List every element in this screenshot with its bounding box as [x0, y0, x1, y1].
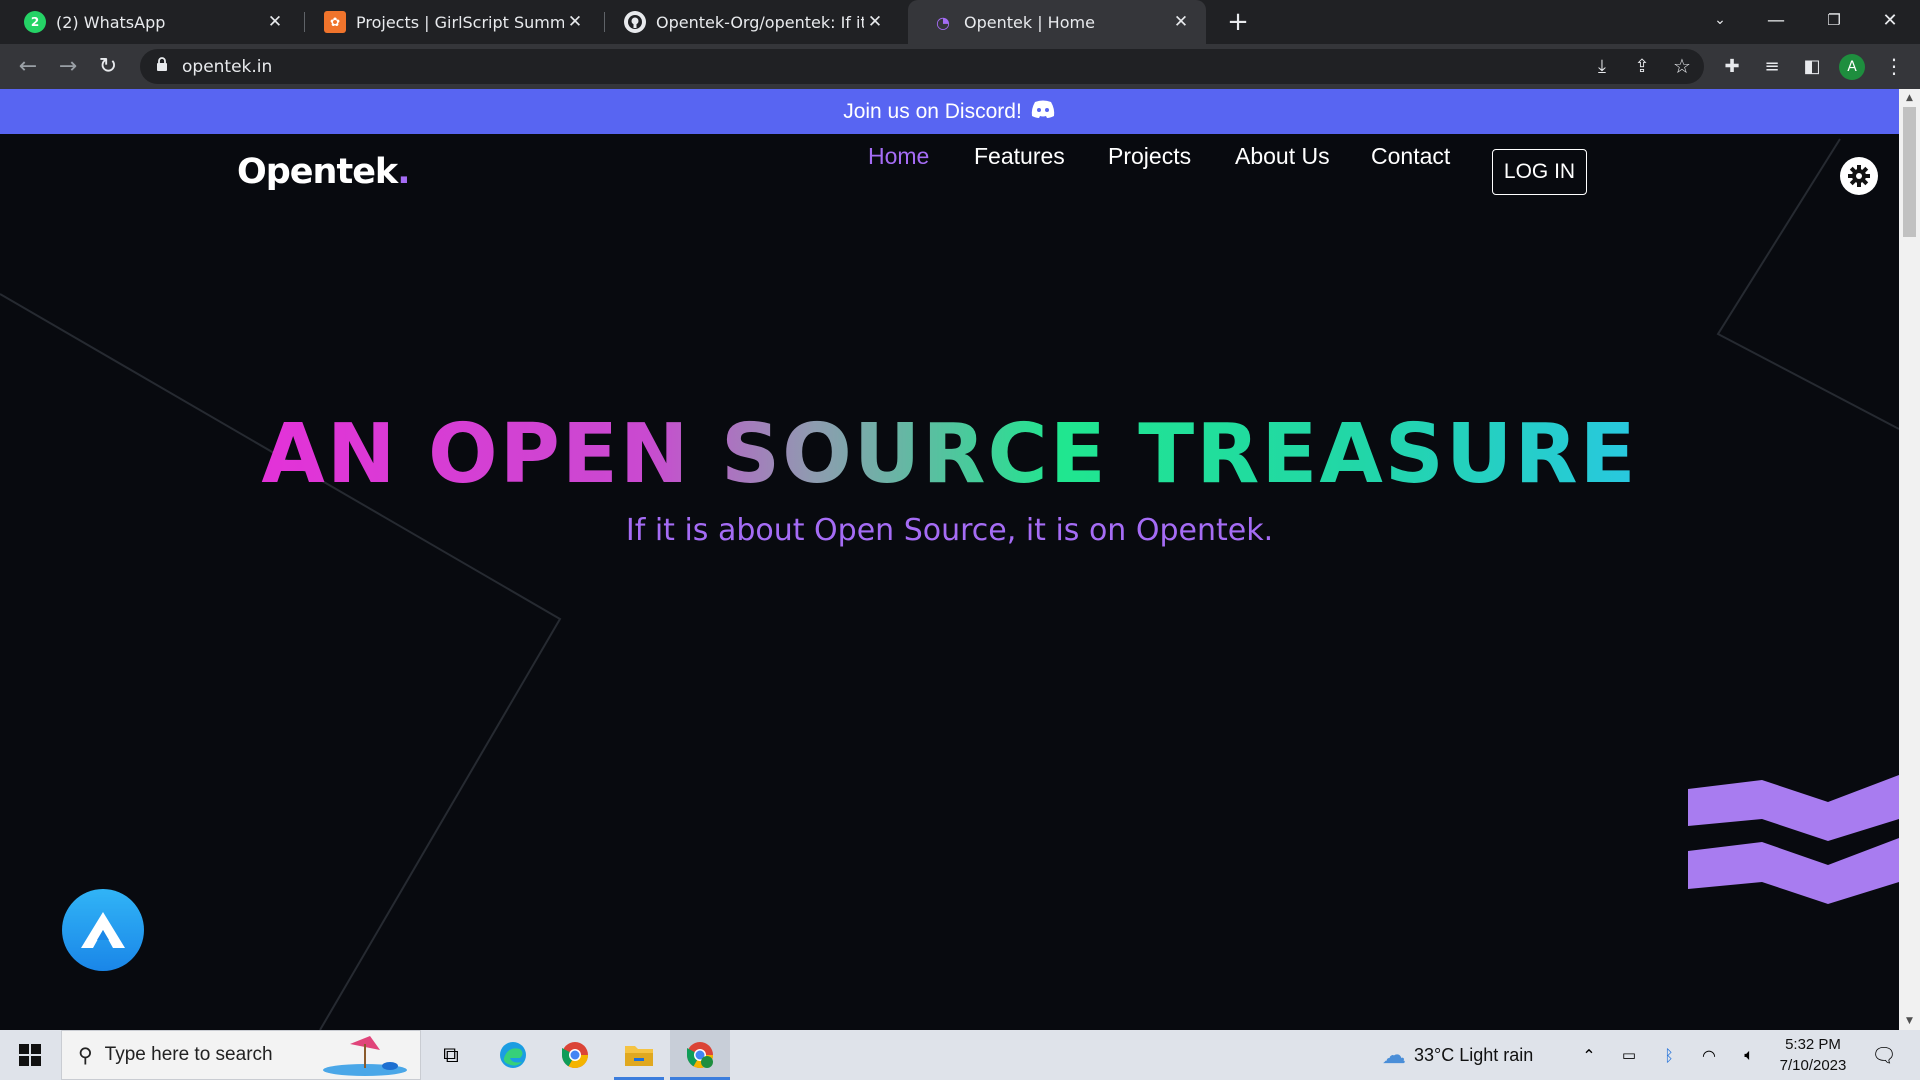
lock-icon [156, 57, 168, 76]
hero-title: AN OPEN SOURCE TREASURE [0, 407, 1899, 502]
whatsapp-icon: 2 [24, 11, 46, 33]
a-logo-icon [81, 912, 125, 948]
restore-button[interactable]: ❐ [1806, 0, 1862, 40]
discord-banner[interactable]: Join us on Discord! [0, 89, 1899, 134]
logo-dot: . [397, 152, 410, 192]
nav-contact[interactable]: Contact [1371, 143, 1450, 170]
taskbar-search[interactable]: ⚲ Type here to search [61, 1030, 421, 1080]
chrome-icon[interactable] [552, 1030, 598, 1080]
tab-title: Projects | GirlScript Summer of Code [356, 12, 564, 32]
nav-projects[interactable]: Projects [1108, 143, 1191, 170]
weather-text: 33°C Light rain [1414, 1044, 1534, 1065]
media-control-icon[interactable]: ≡ [1756, 50, 1788, 82]
search-highlight-icon [320, 1030, 410, 1080]
banner-text: Join us on Discord! [843, 99, 1022, 123]
tab-title: Opentek-Org/opentek: If it is about Open… [656, 12, 864, 32]
windows-taskbar: ⚲ Type here to search ⧉ ☁ 33°C Light rai… [0, 1030, 1920, 1080]
close-icon[interactable]: ✕ [564, 12, 586, 32]
address-bar[interactable]: opentek.in [140, 49, 1704, 84]
battery-icon[interactable]: ▭ [1616, 1030, 1642, 1080]
search-placeholder: Type here to search [104, 1044, 273, 1065]
extensions-icon[interactable]: ✚ [1716, 50, 1748, 82]
menu-dots-icon[interactable]: ⋮ [1878, 50, 1910, 82]
site-logo[interactable]: Opentek. [237, 152, 411, 192]
nav-features[interactable]: Features [974, 143, 1065, 170]
show-hidden-icons[interactable]: ⌃ [1576, 1030, 1602, 1080]
profile-avatar[interactable]: A [1839, 54, 1865, 80]
nav-about-us[interactable]: About Us [1235, 143, 1330, 170]
tab-opentek-home[interactable]: ◔ Opentek | Home ✕ [908, 0, 1206, 44]
close-icon[interactable]: ✕ [864, 12, 886, 32]
clock-date: 7/10/2023 [1779, 1057, 1847, 1074]
close-icon[interactable]: ✕ [1170, 12, 1192, 32]
browser-toolbar: ← → ↻ opentek.in ⤓ ⇪ ☆ ✚ ≡ ◧ A ⋮ [0, 44, 1920, 89]
logo-text: Opentek [237, 152, 398, 192]
settings-button[interactable] [1840, 157, 1878, 195]
task-view-icon[interactable]: ⧉ [428, 1030, 474, 1080]
scrollbar-thumb[interactable] [1903, 107, 1916, 237]
clock[interactable]: 5:32 PM 7/10/2023 [1770, 1030, 1856, 1080]
search-icon: ⚲ [78, 1043, 93, 1067]
discord-icon [1030, 99, 1056, 125]
chrome-profile-icon[interactable] [670, 1030, 730, 1080]
notifications-icon[interactable]: 🗨︎ [1864, 1030, 1904, 1080]
weather-widget[interactable]: ☁ 33°C Light rain [1382, 1030, 1562, 1080]
close-window-button[interactable]: ✕ [1862, 0, 1918, 40]
windows-logo-icon [19, 1044, 41, 1066]
page-viewport: Join us on Discord! Opentek. Home Featur… [0, 89, 1899, 1030]
new-tab-button[interactable]: + [1222, 6, 1254, 38]
tab-github[interactable]: Opentek-Org/opentek: If it is about Open… [600, 0, 900, 44]
tab-girlscript[interactable]: ✿ Projects | GirlScript Summer of Code ✕ [300, 0, 600, 44]
clock-time: 5:32 PM [1785, 1036, 1841, 1053]
scroll-down-icon[interactable]: ▼ [1899, 1016, 1920, 1026]
file-explorer-icon[interactable] [614, 1030, 664, 1080]
volume-icon[interactable]: 🔈︎ [1736, 1030, 1762, 1080]
girlscript-icon: ✿ [324, 11, 346, 33]
install-app-icon[interactable]: ⤓ [1586, 50, 1618, 82]
tab-title: Opentek | Home [964, 12, 1095, 32]
gear-icon [1848, 165, 1870, 187]
github-icon [624, 11, 646, 33]
nav-home[interactable]: Home [868, 143, 929, 170]
bookmark-star-icon[interactable]: ☆ [1666, 50, 1698, 82]
wifi-icon[interactable]: ◠ [1696, 1030, 1722, 1080]
scroll-up-icon[interactable]: ▲ [1899, 93, 1920, 103]
minimize-button[interactable]: — [1748, 0, 1804, 40]
bluetooth-icon[interactable]: ᛒ [1656, 1030, 1682, 1080]
url-text: opentek.in [182, 56, 273, 77]
back-button[interactable]: ← [12, 50, 44, 82]
rain-cloud-icon: ☁ [1382, 1041, 1406, 1069]
opentek-icon: ◔ [936, 12, 950, 32]
tab-strip: 2 (2) WhatsApp ✕ ✿ Projects | GirlScript… [0, 0, 1920, 44]
edge-icon[interactable] [490, 1030, 536, 1080]
page-scrollbar[interactable]: ▲ ▼ [1899, 89, 1920, 1030]
hero-subtitle: If it is about Open Source, it is on Ope… [625, 513, 1274, 548]
login-button[interactable]: LOG IN [1492, 149, 1587, 195]
app-launcher-button[interactable] [62, 889, 144, 971]
decorative-lines [0, 138, 1899, 1030]
tab-title: (2) WhatsApp [56, 12, 166, 32]
share-icon[interactable]: ⇪ [1626, 50, 1658, 82]
hero-title-text: AN OPEN SOURCE TREASURE [261, 407, 1638, 502]
side-panel-icon[interactable]: ◧ [1796, 50, 1828, 82]
start-button[interactable] [0, 1030, 60, 1080]
close-icon[interactable]: ✕ [264, 12, 286, 32]
tab-whatsapp[interactable]: 2 (2) WhatsApp ✕ [0, 0, 300, 44]
forward-button[interactable]: → [52, 50, 84, 82]
reload-button[interactable]: ↻ [92, 50, 124, 82]
tab-search-icon[interactable]: ⌄ [1692, 0, 1748, 40]
